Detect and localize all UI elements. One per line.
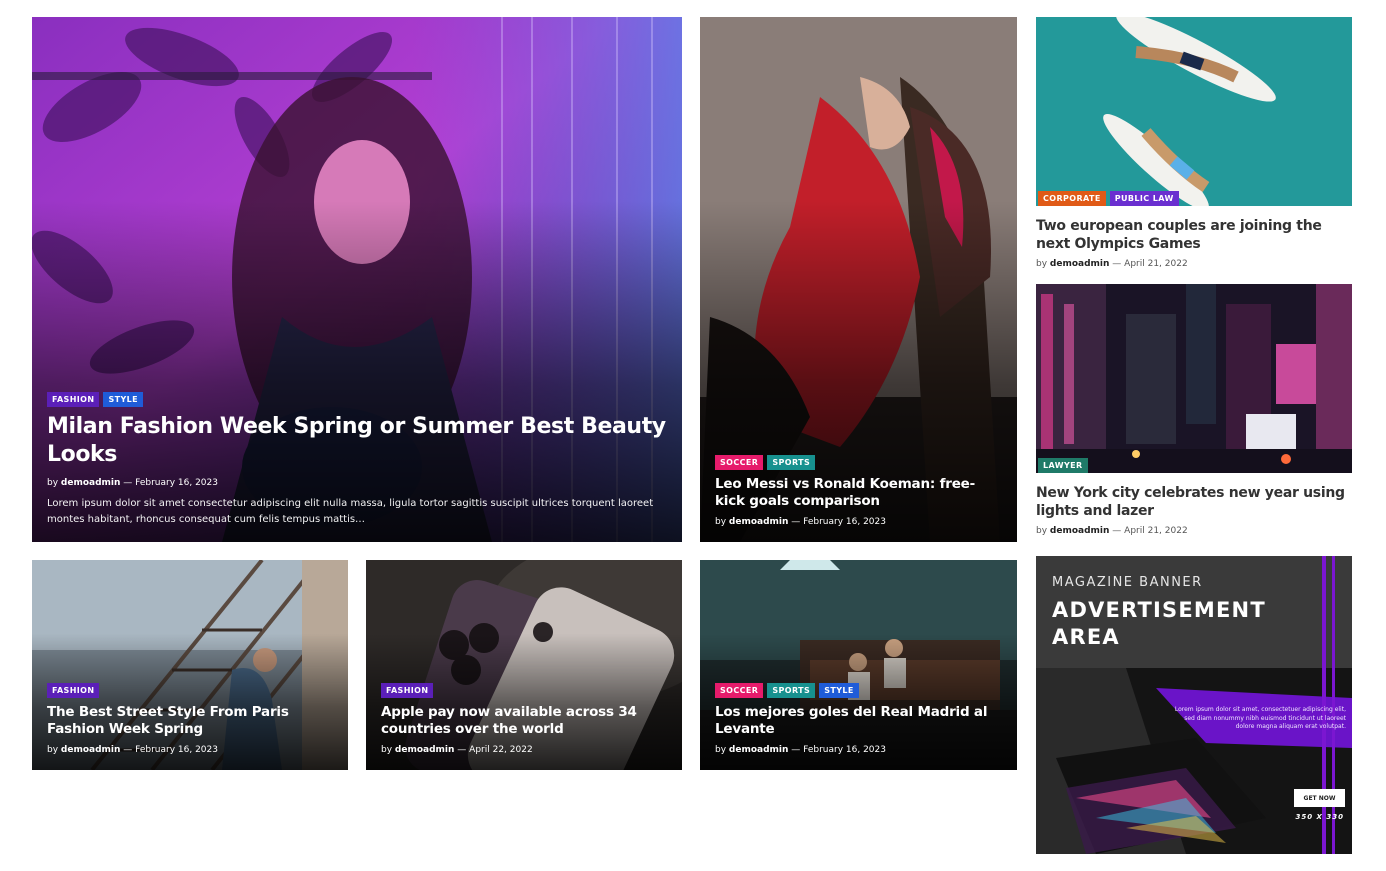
ad-accent-stripe [1322, 556, 1326, 854]
street-style-post-content: FASHION The Best Street Style From Paris… [47, 683, 333, 756]
real-madrid-post-card[interactable]: SOCCER SPORTS STYLE Los mejores goles de… [700, 560, 1017, 770]
ad-headline-line-2: AREA [1052, 625, 1120, 649]
post-author[interactable]: demoadmin [1050, 259, 1110, 269]
post-date: — April 22, 2022 [457, 745, 533, 755]
tag-corporate[interactable]: CORPORATE [1038, 191, 1106, 206]
tag-lawyer[interactable]: LAWYER [1038, 458, 1088, 473]
messi-post-content: SOCCER SPORTS Leo Messi vs Ronald Koeman… [715, 455, 1002, 528]
post-date: — April 21, 2022 [1112, 259, 1188, 269]
tag-soccer[interactable]: SOCCER [715, 455, 764, 470]
post-date: — February 16, 2023 [123, 745, 218, 755]
post-date: — February 16, 2023 [123, 478, 218, 488]
real-madrid-post-title[interactable]: Los mejores goles del Real Madrid al Lev… [715, 704, 1002, 738]
apple-pay-post-card[interactable]: FASHION Apple pay now available across 3… [366, 560, 682, 770]
olympics-post-thumbnail[interactable]: CORPORATE PUBLIC LAW [1036, 17, 1352, 206]
tag-style[interactable]: STYLE [819, 683, 859, 698]
featured-post-excerpt: Lorem ipsum dolor sit amet consectetur a… [47, 498, 654, 525]
post-author[interactable]: demoadmin [395, 745, 455, 755]
olympics-post-meta: by demoadmin — April 21, 2022 [1036, 259, 1352, 269]
meta-by: by [715, 745, 727, 755]
street-style-post-meta: by demoadmin — February 16, 2023 [47, 744, 333, 756]
meta-by: by [1036, 526, 1048, 536]
featured-post-tags: FASHION STYLE [47, 392, 667, 407]
real-madrid-post-tags: SOCCER SPORTS STYLE [715, 683, 1002, 698]
new-york-post-tags: LAWYER [1038, 458, 1088, 473]
tag-sports[interactable]: SPORTS [767, 455, 816, 470]
tag-public-law[interactable]: PUBLIC LAW [1109, 191, 1179, 206]
meta-by: by [1036, 259, 1048, 269]
messi-post-card[interactable]: SOCCER SPORTS Leo Messi vs Ronald Koeman… [700, 17, 1017, 542]
meta-by: by [715, 517, 727, 527]
tag-sports[interactable]: SPORTS [767, 683, 816, 698]
featured-post-content: FASHION STYLE Milan Fashion Week Spring … [47, 392, 667, 528]
apple-pay-post-meta: by demoadmin — April 22, 2022 [381, 744, 667, 756]
tag-fashion[interactable]: FASHION [47, 392, 100, 407]
featured-post-meta: by demoadmin — February 16, 2023 [47, 477, 667, 489]
messi-post-meta: by demoadmin — February 16, 2023 [715, 516, 1002, 528]
street-style-post-card[interactable]: FASHION The Best Street Style From Paris… [32, 560, 348, 770]
street-style-post-title[interactable]: The Best Street Style From Paris Fashion… [47, 704, 333, 738]
apple-pay-post-content: FASHION Apple pay now available across 3… [381, 683, 667, 756]
real-madrid-post-content: SOCCER SPORTS STYLE Los mejores goles de… [715, 683, 1002, 756]
ad-label: MAGAZINE BANNER [1052, 575, 1203, 590]
post-author[interactable]: demoadmin [61, 745, 121, 755]
new-york-post: LAWYER New York city celebrates new year… [1036, 284, 1352, 536]
street-style-post-tags: FASHION [47, 683, 333, 698]
olympics-post: CORPORATE PUBLIC LAW Two european couple… [1036, 17, 1352, 269]
new-york-post-meta: by demoadmin — April 21, 2022 [1036, 526, 1352, 536]
new-york-post-thumbnail[interactable]: LAWYER [1036, 284, 1352, 473]
apple-pay-post-tags: FASHION [381, 683, 667, 698]
tag-fashion[interactable]: FASHION [381, 683, 434, 698]
messi-post-tags: SOCCER SPORTS [715, 455, 1002, 470]
meta-by: by [381, 745, 393, 755]
olympics-post-title[interactable]: Two european couples are joining the nex… [1036, 217, 1352, 253]
meta-by: by [47, 745, 59, 755]
ad-accent-stripe [1332, 556, 1335, 854]
real-madrid-post-meta: by demoadmin — February 16, 2023 [715, 744, 1002, 756]
apple-pay-post-title[interactable]: Apple pay now available across 34 countr… [381, 704, 667, 738]
new-york-post-title[interactable]: New York city celebrates new year using … [1036, 484, 1352, 520]
post-author[interactable]: demoadmin [1050, 526, 1110, 536]
tag-fashion[interactable]: FASHION [47, 683, 100, 698]
advertisement-banner[interactable]: MAGAZINE BANNER ADVERTISEMENT AREA Lorem… [1036, 556, 1352, 854]
tag-soccer[interactable]: SOCCER [715, 683, 764, 698]
post-date: — February 16, 2023 [791, 517, 886, 527]
post-author[interactable]: demoadmin [61, 478, 121, 488]
tag-style[interactable]: STYLE [103, 392, 144, 407]
ad-headline: ADVERTISEMENT AREA [1052, 597, 1266, 651]
messi-post-title[interactable]: Leo Messi vs Ronald Koeman: free-kick go… [715, 476, 1002, 510]
featured-post-title[interactable]: Milan Fashion Week Spring or Summer Best… [47, 413, 667, 469]
ad-size-label: 350 X 330 [1295, 813, 1344, 821]
ad-headline-line-1: ADVERTISEMENT [1052, 598, 1266, 622]
post-author[interactable]: demoadmin [729, 745, 789, 755]
featured-post-card[interactable]: FASHION STYLE Milan Fashion Week Spring … [32, 17, 682, 542]
ad-body-text: Lorem ipsum dolor sit amet, consectetuer… [1174, 706, 1346, 730]
meta-by: by [47, 478, 59, 488]
ad-image-area [1036, 668, 1352, 854]
ad-get-now-button[interactable]: GET NOW [1294, 789, 1345, 807]
post-date: — February 16, 2023 [791, 745, 886, 755]
olympics-post-image [1036, 17, 1352, 206]
new-york-post-image [1036, 284, 1352, 473]
olympics-post-tags: CORPORATE PUBLIC LAW [1038, 191, 1179, 206]
post-date: — April 21, 2022 [1112, 526, 1188, 536]
post-author[interactable]: demoadmin [729, 517, 789, 527]
